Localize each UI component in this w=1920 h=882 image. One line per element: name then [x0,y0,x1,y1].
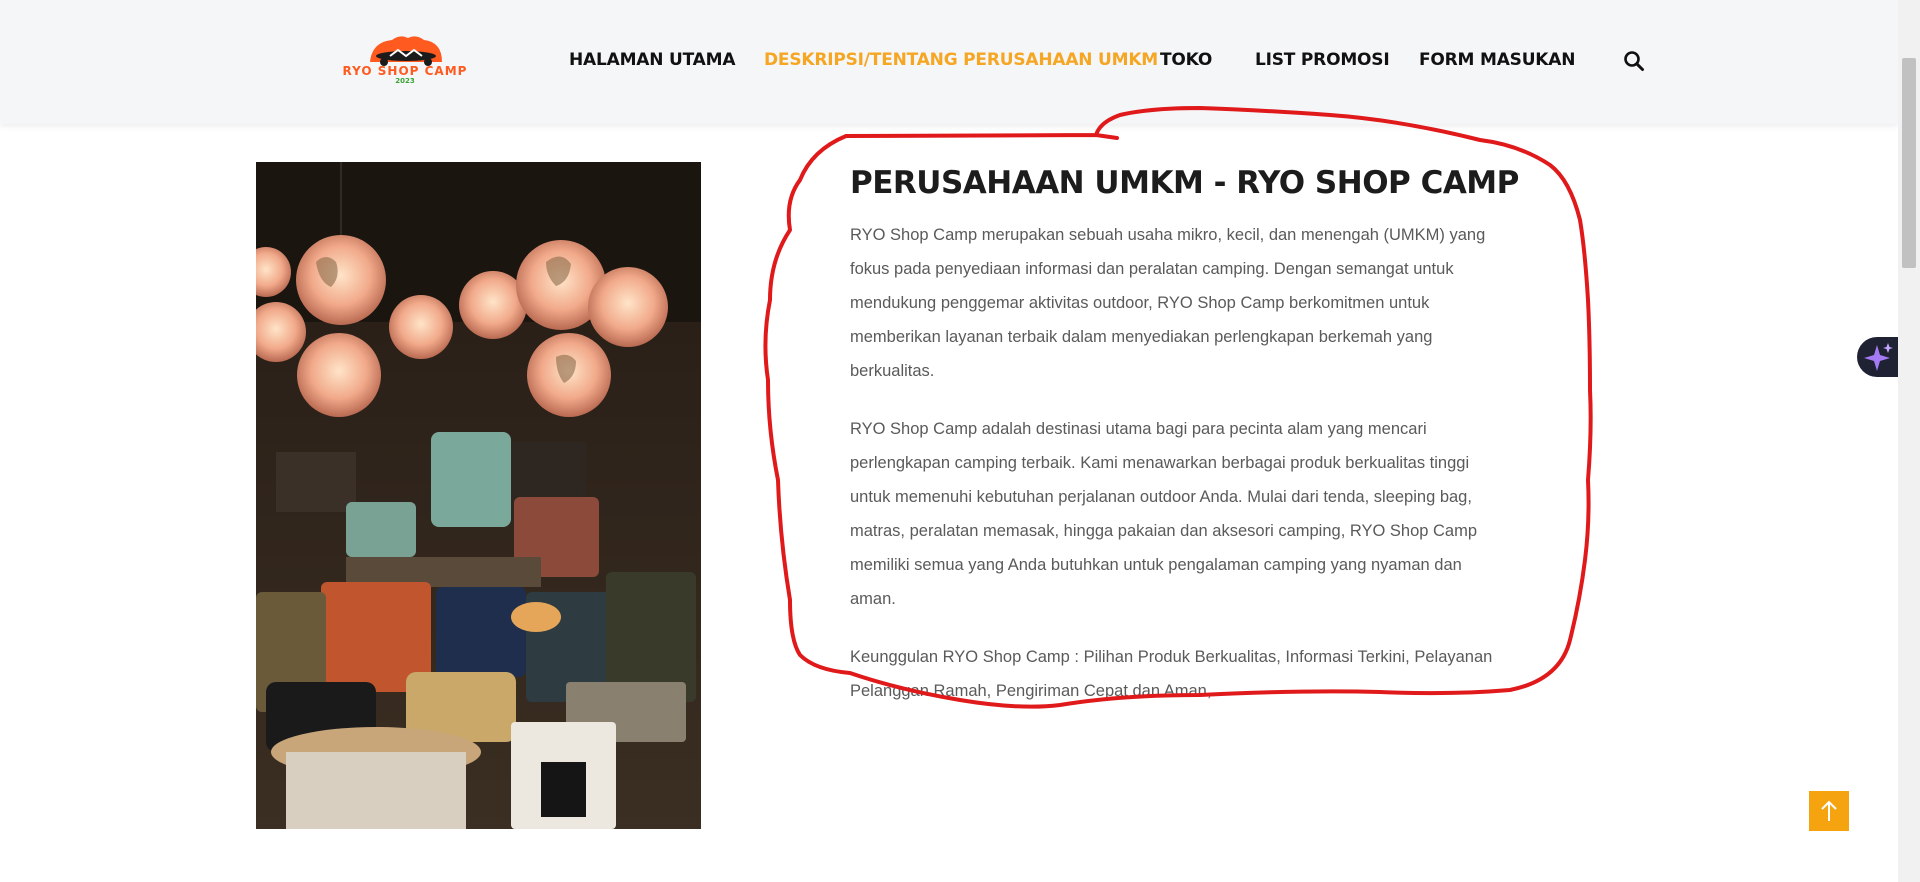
page-scrollbar[interactable] [1898,0,1920,882]
logo-text: RYO SHOP CAMP [342,64,468,78]
page-title: PERUSAHAAN UMKM - RYO SHOP CAMP [850,165,1519,201]
about-section: PERUSAHAAN UMKM - RYO SHOP CAMP RYO Shop… [850,160,1519,708]
site-logo[interactable]: RYO SHOP CAMP 2023 [312,34,498,86]
about-paragraph-1: RYO Shop Camp merupakan sebuah usaha mik… [850,226,1486,380]
nav-toko[interactable]: TOKO [1160,50,1212,70]
back-to-top-button[interactable] [1809,791,1849,831]
scrollbar-thumb[interactable] [1902,58,1916,268]
search-icon[interactable] [1623,50,1645,72]
logo-year: 2023 [395,77,415,85]
about-paragraph-2: RYO Shop Camp adalah destinasi utama bag… [850,420,1478,608]
arrow-up-icon [1821,800,1837,821]
about-paragraph-3: Keunggulan RYO Shop Camp : Pilihan Produ… [850,648,1493,700]
nav-deskripsi[interactable]: DESKRIPSI/TENTANG PERUSAHAAN UMKM [764,50,1158,70]
ai-assistant-badge[interactable] [1857,337,1898,377]
nav-halaman-utama[interactable]: HALAMAN UTAMA [569,50,736,70]
nav-form-masukan[interactable]: FORM MASUKAN [1419,50,1575,70]
tent-logo-icon [370,36,442,66]
sparkle-icon [1864,343,1893,371]
nav-list-promosi[interactable]: LIST PROMOSI [1255,50,1390,70]
shop-photo [256,162,701,829]
site-header: RYO SHOP CAMP 2023 HALAMAN UTAMA DESKRIP… [0,0,1898,124]
